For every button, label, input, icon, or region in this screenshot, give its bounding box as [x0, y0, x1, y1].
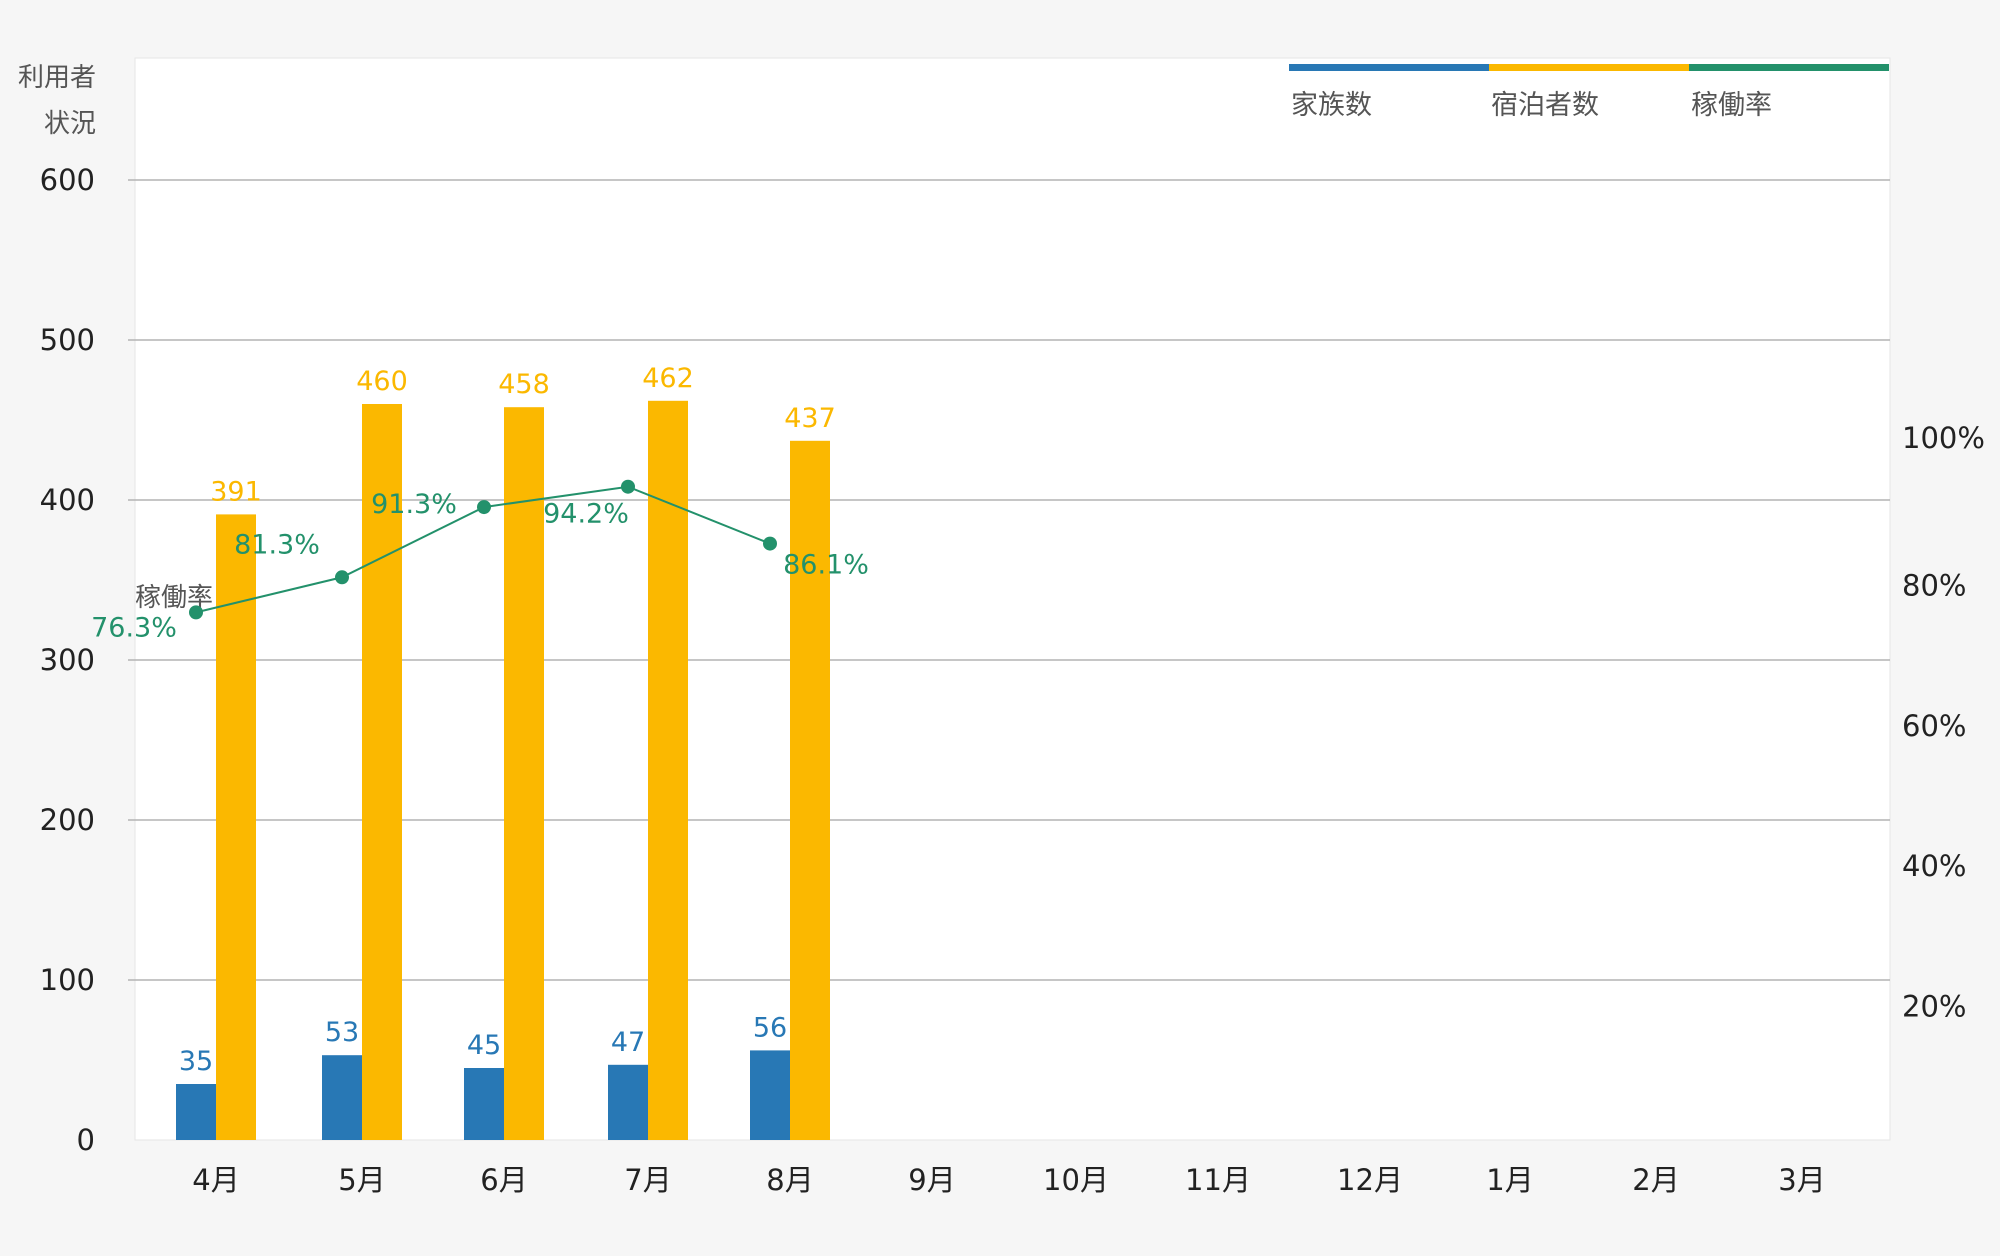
- right-axis-ticks: 20% 40% 60% 80% 100%: [1902, 421, 1985, 1024]
- x-tick-label: 6月: [480, 1163, 527, 1197]
- left-tick-label: 300: [40, 643, 95, 677]
- legend-label: 家族数: [1291, 90, 1372, 121]
- x-tick-label: 8月: [766, 1163, 813, 1197]
- right-tick-label: 20%: [1902, 990, 1966, 1024]
- x-tick-label: 12月: [1337, 1163, 1403, 1197]
- x-tick-label: 4月: [192, 1163, 239, 1197]
- rate-point: [477, 500, 491, 515]
- right-tick-label: 60%: [1902, 709, 1966, 743]
- left-axis-title-line-2: 状況: [44, 109, 96, 139]
- chart-root: 0 100 200 300 400 500 600 20% 40% 60% 80% 100% 4月 5…: [0, 0, 2000, 1256]
- data-label-guests: 437: [784, 403, 836, 434]
- bar-guests: [216, 514, 256, 1140]
- bar-family: [608, 1064, 648, 1140]
- data-label-family: 56: [753, 1012, 787, 1043]
- bar-guests: [504, 407, 544, 1140]
- bar-family: [464, 1068, 504, 1140]
- x-axis-ticks: 4月 5月 6月 7月 8月 9月 10月 11月 12月 1月 2月 3月: [192, 1163, 1825, 1197]
- left-tick-label: 600: [40, 163, 95, 197]
- data-label-guests: 391: [210, 476, 262, 507]
- right-tick-label: 40%: [1902, 849, 1966, 883]
- x-tick-label: 3月: [1778, 1163, 1825, 1197]
- data-label-guests: 460: [356, 366, 408, 397]
- x-tick-label: 11月: [1185, 1163, 1251, 1197]
- right-tick-label: 100%: [1902, 421, 1985, 455]
- right-tick-label: 80%: [1902, 568, 1966, 602]
- legend-swatch: [1289, 64, 1489, 71]
- rate-point: [621, 479, 635, 494]
- data-label-rate: 94.2%: [543, 499, 629, 530]
- left-tick-label: 0: [77, 1123, 95, 1157]
- x-tick-label: 1月: [1486, 1163, 1533, 1197]
- rate-point: [763, 536, 777, 551]
- x-tick-label: 2月: [1632, 1163, 1679, 1197]
- rate-point: [335, 570, 349, 585]
- bar-family: [322, 1055, 362, 1140]
- rate-point: [189, 605, 203, 620]
- bar-guests: [790, 440, 830, 1140]
- bar-guests: [648, 400, 688, 1140]
- x-tick-label: 10月: [1043, 1163, 1109, 1197]
- data-label-rate: 76.3%: [91, 612, 177, 643]
- left-axis-ticks: 0 100 200 300 400 500 600: [40, 163, 95, 1157]
- data-label-guests: 458: [498, 369, 550, 400]
- data-label-rate: 81.3%: [234, 529, 320, 560]
- x-tick-label: 5月: [338, 1163, 385, 1197]
- combo-chart: 0 100 200 300 400 500 600 20% 40% 60% 80% 100% 4月 5…: [18, 57, 1985, 1197]
- left-axis-title-line-1: 利用者: [18, 63, 96, 93]
- legend-swatch: [1489, 64, 1689, 71]
- data-label-guests: 462: [642, 363, 694, 394]
- x-tick-label: 9月: [908, 1163, 955, 1197]
- data-label-rate: 91.3%: [371, 489, 457, 520]
- left-tick-label: 200: [40, 803, 95, 837]
- bar-family: [750, 1050, 790, 1140]
- data-label-family: 45: [467, 1030, 501, 1061]
- legend-swatch: [1689, 64, 1889, 71]
- left-tick-label: 500: [40, 323, 95, 357]
- legend-label: 宿泊者数: [1491, 90, 1599, 121]
- data-label-family: 53: [325, 1017, 359, 1048]
- legend-label: 稼働率: [1691, 90, 1772, 121]
- data-label-rate: 86.1%: [783, 550, 869, 581]
- bar-family: [176, 1084, 216, 1140]
- data-label-family: 47: [611, 1027, 645, 1058]
- x-tick-label: 7月: [624, 1163, 671, 1197]
- left-tick-label: 400: [40, 483, 95, 517]
- left-tick-label: 100: [40, 963, 95, 997]
- data-label-family: 35: [179, 1046, 213, 1077]
